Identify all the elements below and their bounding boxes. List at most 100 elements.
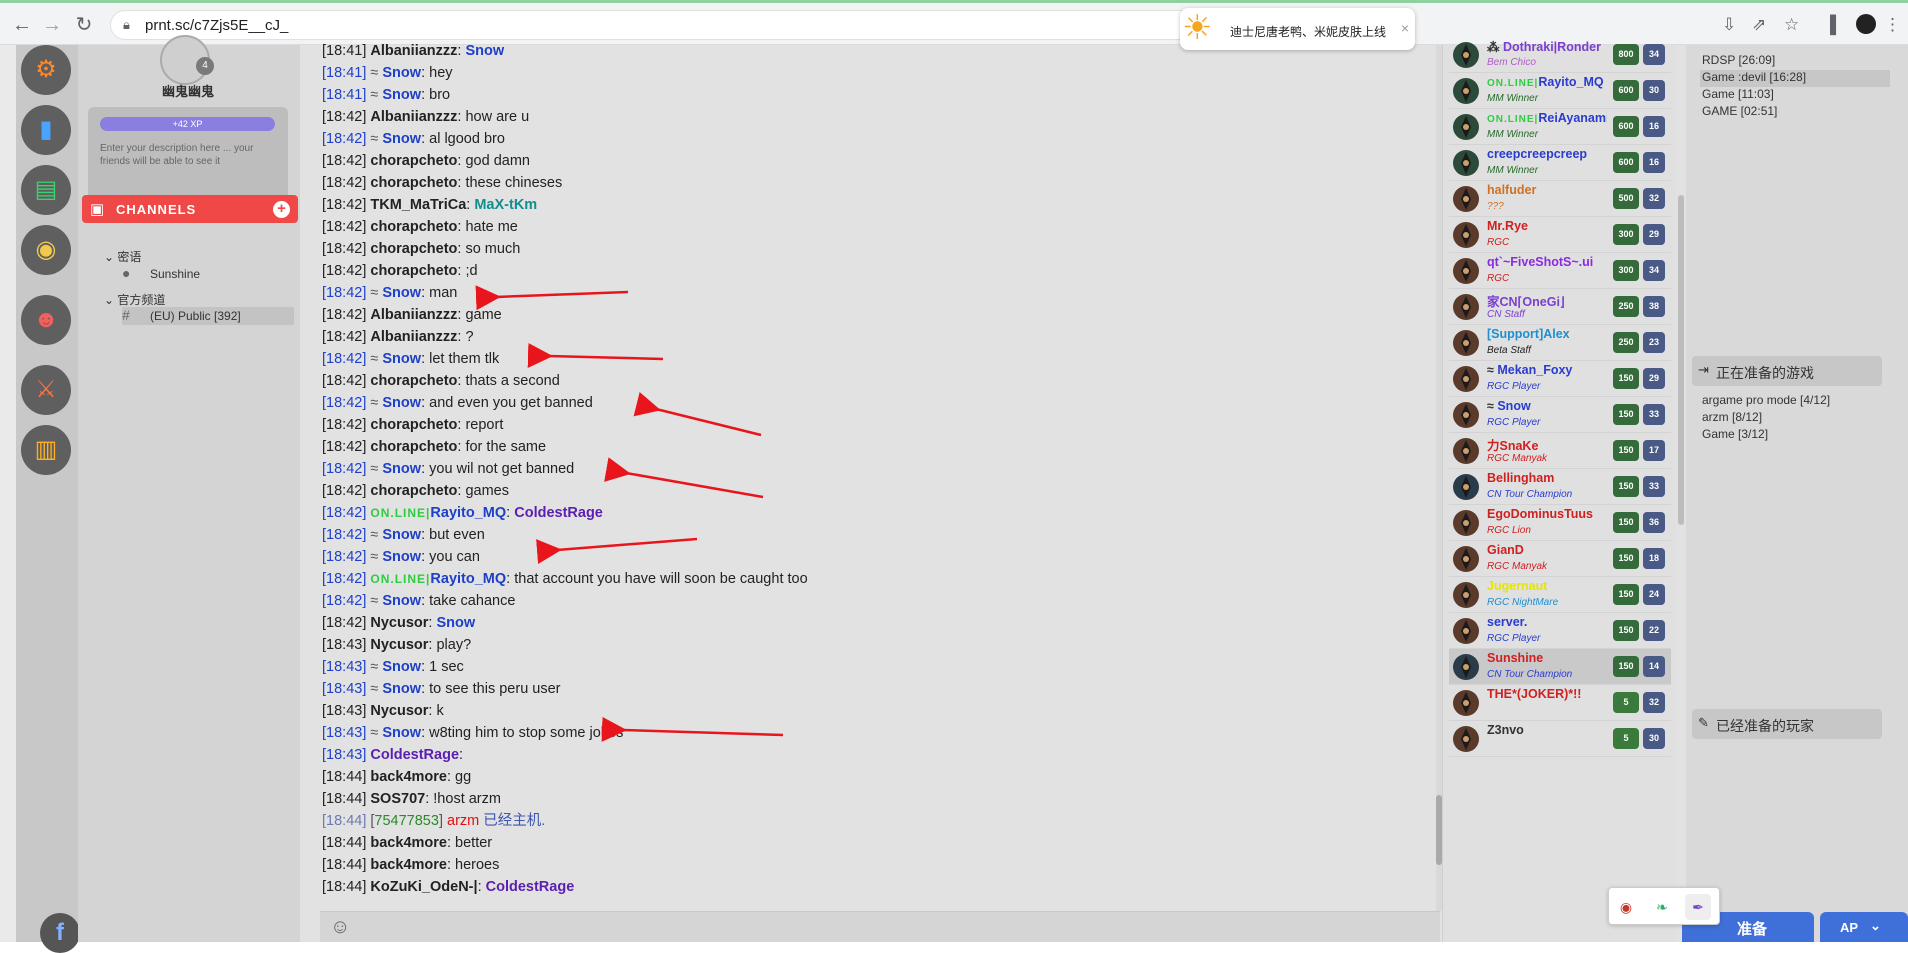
profile-avatar[interactable] [1856, 14, 1876, 34]
settings-gear-icon[interactable]: ⚙ [21, 45, 71, 95]
chat-nick[interactable]: chorapcheto [370, 439, 457, 455]
game-item[interactable]: argame pro mode [4/12] [1700, 393, 1890, 410]
chat-nick[interactable]: Nycusor [370, 615, 428, 631]
chat-input[interactable]: ☺ [320, 911, 1440, 942]
player-row[interactable]: EgoDominusTuus RGC Lion 150 36 [1449, 505, 1671, 541]
emoji-icon[interactable]: ☺ [330, 916, 350, 939]
chat-nick[interactable]: back4more [370, 769, 447, 785]
chat-nick[interactable]: Rayito_MQ [430, 571, 506, 587]
player-row[interactable]: THE*(JOKER)*!! 5 32 [1449, 685, 1671, 721]
ap-dropdown-button[interactable]: AP ⌄ [1820, 912, 1908, 942]
player-row[interactable]: Bellingham CN Tour Champion 150 33 [1449, 469, 1671, 505]
chat-nick[interactable]: Snow [382, 461, 421, 477]
chat-nick[interactable]: Snow [382, 549, 421, 565]
record-icon[interactable]: ◉ [1613, 894, 1639, 920]
chat-nick[interactable]: chorapcheto [370, 175, 457, 191]
chat-nick[interactable]: Snow [382, 65, 421, 81]
chat-nick[interactable]: Snow [382, 593, 421, 609]
player-row[interactable]: Sunshine CN Tour Champion 150 14 [1449, 649, 1671, 685]
facebook-icon[interactable]: f [40, 913, 80, 953]
crossed-swords-icon[interactable]: ⚔ [21, 365, 71, 415]
chat-nick[interactable]: chorapcheto [370, 263, 457, 279]
chat-nick[interactable]: Albaniianzzz [370, 43, 457, 59]
chat-nick[interactable]: ColdestRage [370, 747, 459, 763]
player-row[interactable]: Mr.Rye RGC 300 29 [1449, 217, 1671, 253]
game-item[interactable]: Game [3/12] [1700, 427, 1890, 444]
chat-nick[interactable]: chorapcheto [370, 153, 457, 169]
side-panel-icon[interactable]: ▐ [1824, 15, 1836, 35]
chat-nick[interactable]: Albaniianzzz [370, 307, 457, 323]
stats-bar-icon[interactable]: ▮ [21, 105, 71, 155]
player-row[interactable]: GianD RGC Manyak 150 18 [1449, 541, 1671, 577]
chat-nick[interactable]: Snow [382, 395, 421, 411]
system-name[interactable]: arzm [447, 813, 479, 829]
game-item[interactable]: arzm [8/12] [1700, 410, 1890, 427]
game-item[interactable]: Game :devil [16:28] [1700, 70, 1890, 87]
coins-icon[interactable]: ◉ [21, 225, 71, 275]
ad-banner[interactable]: ☀ 迪士尼唐老鸭、米妮皮肤上线 × [1180, 8, 1415, 50]
chat-nick[interactable]: TKM_MaTriCa [370, 197, 466, 213]
chat-nick[interactable]: KoZuKi_OdeN-| [370, 879, 477, 895]
close-icon[interactable]: × [1401, 20, 1409, 36]
player-row[interactable]: creepcreepcreep MM Winner 600 16 [1449, 145, 1671, 181]
menu-kebab-icon[interactable]: ⋮ [1884, 15, 1901, 35]
channel-group-whisper[interactable]: ⌄ 密语 [104, 248, 141, 265]
player-row[interactable]: 家CN⌈OneGi⌋ CN Staff 250 38 [1449, 289, 1671, 325]
player-row[interactable]: Jugernaut RGC NightMare 150 24 [1449, 577, 1671, 613]
profile-description[interactable]: Enter your description here ... your fri… [100, 142, 280, 168]
chat-nick[interactable]: chorapcheto [370, 417, 457, 433]
ranking-icon[interactable]: ▥ [21, 425, 71, 475]
channel-group-official[interactable]: ⌄ 官方频道 [104, 291, 165, 308]
ad-text: 迪士尼唐老鸭、米妮皮肤上线 [1230, 25, 1387, 39]
player-row[interactable]: ON.LINE|Rayito_MQ MM Winner 600 30 [1449, 73, 1671, 109]
back-icon[interactable]: ← [10, 13, 34, 37]
chat-nick[interactable]: Snow [382, 87, 421, 103]
chat-nick[interactable]: chorapcheto [370, 373, 457, 389]
channel-item-sunshine[interactable]: ● Sunshine [122, 265, 294, 283]
bookmark-star-icon[interactable]: ☆ [1784, 15, 1799, 35]
player-name-text: Jugernaut [1487, 579, 1548, 593]
chat-nick[interactable]: Snow [382, 527, 421, 543]
player-row[interactable]: ON.LINE|ReiAyanami MM Winner 600 16 [1449, 109, 1671, 145]
chat-nick[interactable]: SOS707 [370, 791, 425, 807]
player-row[interactable]: [Support]Alex Beta Staff 250 23 [1449, 325, 1671, 361]
chat-nick[interactable]: chorapcheto [370, 219, 457, 235]
chat-nick[interactable]: chorapcheto [370, 241, 457, 257]
chat-nick[interactable]: Snow [382, 285, 421, 301]
chat-nick[interactable]: back4more [370, 857, 447, 873]
game-item[interactable]: GAME [02:51] [1700, 104, 1890, 121]
install-icon[interactable]: ⇩ [1722, 15, 1736, 35]
pen-icon[interactable]: ✒ [1685, 894, 1711, 920]
chat-nick[interactable]: Nycusor [370, 703, 428, 719]
chat-nick[interactable]: Snow [382, 659, 421, 675]
chat-nick[interactable]: chorapcheto [370, 483, 457, 499]
player-row[interactable]: ≈ Snow RGC Player 150 33 [1449, 397, 1671, 433]
chat-nick[interactable]: Nycusor [370, 637, 428, 653]
game-item[interactable]: Game [11:03] [1700, 87, 1890, 104]
reload-icon[interactable]: ↻ [72, 13, 96, 37]
add-channel-button[interactable]: + [273, 201, 290, 218]
channel-item-eu-public[interactable]: # (EU) Public [392] [122, 307, 294, 325]
friends-icon[interactable]: ☻ [21, 295, 71, 345]
game-item[interactable]: RDSP [26:09] [1700, 53, 1890, 70]
chat-nick[interactable]: Snow [382, 725, 421, 741]
share-icon[interactable]: ⇗ [1752, 15, 1766, 35]
chat-nick[interactable]: Albaniianzzz [370, 329, 457, 345]
player-row[interactable]: halfuder??? 500 32 [1449, 181, 1671, 217]
player-row[interactable]: qt`~FiveShotS~.ui RGC 300 34 [1449, 253, 1671, 289]
forward-icon[interactable]: → [40, 13, 64, 37]
chat-nick[interactable]: Albaniianzzz [370, 109, 457, 125]
terminal-icon[interactable]: ▤ [21, 165, 71, 215]
chat-nick[interactable]: Snow [382, 681, 421, 697]
chat-nick[interactable]: Snow [382, 351, 421, 367]
chat-nick[interactable]: Snow [382, 131, 421, 147]
player-row[interactable]: ⁂ Dothraki|Ronder Bem Chico 800 34 [1449, 37, 1671, 73]
player-row[interactable]: Z3nvo 5 30 [1449, 721, 1671, 757]
player-row[interactable]: ≈ Mekan_Foxy RGC Player 150 29 [1449, 361, 1671, 397]
player-row[interactable]: 力SnaKe RGC Manyak 150 17 [1449, 433, 1671, 469]
leaf-icon[interactable]: ❧ [1649, 894, 1675, 920]
chat-nick[interactable]: Rayito_MQ [430, 505, 506, 521]
player-row[interactable]: server. RGC Player 150 22 [1449, 613, 1671, 649]
chat-nick[interactable]: back4more [370, 835, 447, 851]
player-list-scrollbar[interactable] [1678, 195, 1684, 525]
